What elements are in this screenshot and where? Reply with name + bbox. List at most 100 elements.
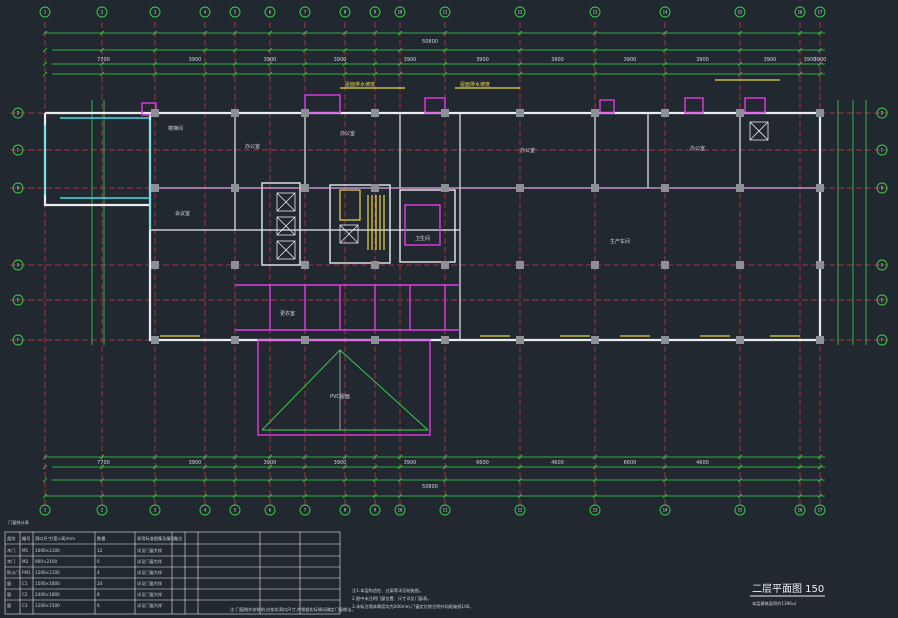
axis-bubble: 12: [514, 6, 526, 18]
axis-bubble: 7: [299, 6, 311, 18]
drawing-title: 二层平面图 150: [752, 583, 824, 595]
table-cell: 窗: [7, 580, 11, 587]
column: [301, 261, 309, 269]
table-header-cell: 洞口尺寸(宽×高)mm: [35, 535, 75, 542]
room-label-toilet: 卫生间: [415, 235, 430, 242]
table-cell: C2: [22, 592, 28, 597]
table-cell: C1: [22, 581, 28, 586]
table-cell: 1500×1800: [35, 581, 60, 586]
axis-bubble-label: 16: [798, 10, 803, 15]
axis-bubble: 3: [149, 504, 161, 516]
axis-bubble-label: 9: [374, 10, 377, 15]
note-line-1: 注1:本层构造柱、过梁等详见结施图。: [352, 587, 423, 594]
dimension-text: 6600: [624, 460, 637, 466]
table-cell: 6: [97, 603, 100, 608]
table-row: 木门 M2 900×2100 6 详见门窗大样: [7, 558, 162, 565]
axis-bubble: 17: [814, 504, 826, 516]
table-cell: 1200×1500: [35, 603, 60, 608]
drawing-subtitle: 本层建筑面积约1390㎡: [752, 600, 797, 607]
column: [151, 109, 159, 117]
axis-bubble: 11: [439, 504, 451, 516]
table-row: 窗 C2 2400×1800 8 详见门窗大样: [7, 591, 162, 598]
axis-bubble: 14: [659, 6, 671, 18]
table-cell: 窗: [7, 591, 11, 598]
axis-bubble: 10: [394, 504, 406, 516]
column: [736, 336, 744, 344]
column: [816, 184, 824, 192]
axis-bubble: 9: [369, 6, 381, 18]
axis-bubble: 3: [149, 6, 161, 18]
cad-drawing-canvas[interactable]: { "drawing": { "title": "二层平面图 150", "su…: [0, 0, 898, 618]
column: [151, 336, 159, 344]
row-axis-bubbles-right: DCBAEF: [876, 107, 888, 346]
axis-bubble-label: 4: [204, 508, 207, 513]
table-cell: 详见门窗大样: [137, 580, 162, 587]
axis-bubble: 7: [299, 504, 311, 516]
column: [661, 336, 669, 344]
axis-bubble-label: 10: [398, 10, 403, 15]
yellow-details: [160, 79, 800, 337]
table-cell: 详见门窗大样: [137, 602, 162, 609]
axis-bubble-label: 2: [101, 10, 104, 15]
table-cell: C3: [22, 603, 28, 608]
axis-bubble: 14: [659, 504, 671, 516]
axis-bubble-label: 16: [798, 508, 803, 513]
column: [301, 184, 309, 192]
axis-bubble-label: 13: [593, 10, 598, 15]
column: [371, 184, 379, 192]
axis-bubble: 1: [39, 6, 51, 18]
axis-bubble: 4: [199, 504, 211, 516]
column: [231, 109, 239, 117]
room-label-slope-1: 屋面排水坡度: [345, 81, 375, 88]
note-line-3: 3.未标注墙体厚度均为200mm,门窗定位除注明外均距轴线100。: [352, 603, 474, 610]
row-axis-bubbles-left: DCBAEF: [12, 107, 24, 346]
axis-bubble-label: 5: [234, 508, 237, 513]
axis-bubble-label: 8: [344, 508, 347, 513]
axis-bubble: 12: [514, 504, 526, 516]
table-cell: 1000×2100: [35, 548, 60, 553]
drawing-title-block: 二层平面图 150 本层建筑面积约1390㎡: [750, 583, 825, 607]
axis-bubble: 5: [229, 6, 241, 18]
axis-bubble: 8: [339, 504, 351, 516]
table-cell: 6: [97, 559, 100, 564]
drawing-notes: 注1:本层构造柱、过梁等详见结施图。 2.图中未注明门窗位置、尺寸详见门窗表。 …: [352, 587, 474, 610]
top-total-dimension: 50800: [422, 39, 438, 45]
table-row: 窗 C3 1200×1500 6 详见门窗大样: [7, 602, 162, 609]
axis-bubble: 4: [199, 6, 211, 18]
table-cell: 12: [97, 548, 103, 553]
column: [371, 336, 379, 344]
dimension-text: 3900: [189, 460, 202, 466]
table-header-cell: 类别: [7, 535, 15, 542]
room-label-locker: 更衣室: [280, 310, 295, 317]
column: [151, 261, 159, 269]
column: [591, 109, 599, 117]
column-axis-bubbles-bottom: 1 2 3 4 5 6 7 8 9 10 11 12 13 14 15 16 17: [39, 504, 826, 516]
axis-bubble-label: 9: [374, 508, 377, 513]
dimension-text: 3900: [334, 57, 347, 63]
axis-bubble-label: 1: [44, 508, 47, 513]
column: [231, 261, 239, 269]
column: [516, 109, 524, 117]
table-footnote: 注:门窗制作安装前,应核实洞口尺寸,并根据实际情况确定门窗做法。: [230, 606, 356, 613]
room-label-slope-2: 屋面排水坡度: [460, 81, 490, 88]
table-cell: 防火门: [7, 569, 20, 576]
dimension-text: 3900: [264, 460, 277, 466]
column: [591, 184, 599, 192]
axis-bubble-label: 7: [304, 10, 307, 15]
dimension-text: 3900: [624, 57, 637, 63]
table-cell: 详见门窗大样: [137, 547, 162, 554]
column: [736, 109, 744, 117]
axis-bubble: 10: [394, 6, 406, 18]
axis-bubble: 6: [264, 504, 276, 516]
column: [591, 261, 599, 269]
dimension-text: 7700: [97, 460, 110, 466]
table-cell: M2: [22, 559, 29, 564]
table-row: 窗 C1 1500×1800 24 详见门窗大样: [7, 580, 162, 587]
room-label-pvc-roof: PVC屋面: [330, 394, 350, 400]
axis-bubble-label: 14: [663, 508, 668, 513]
column: [151, 184, 159, 192]
column-axis-bubbles-top: 1 2 3 4 5 6 7 8 9 10 11 12 13 14 15 16 17: [39, 6, 826, 18]
table-cell: 详见门窗大样: [137, 558, 162, 565]
dimension-ticks: [42, 30, 823, 499]
column: [516, 261, 524, 269]
